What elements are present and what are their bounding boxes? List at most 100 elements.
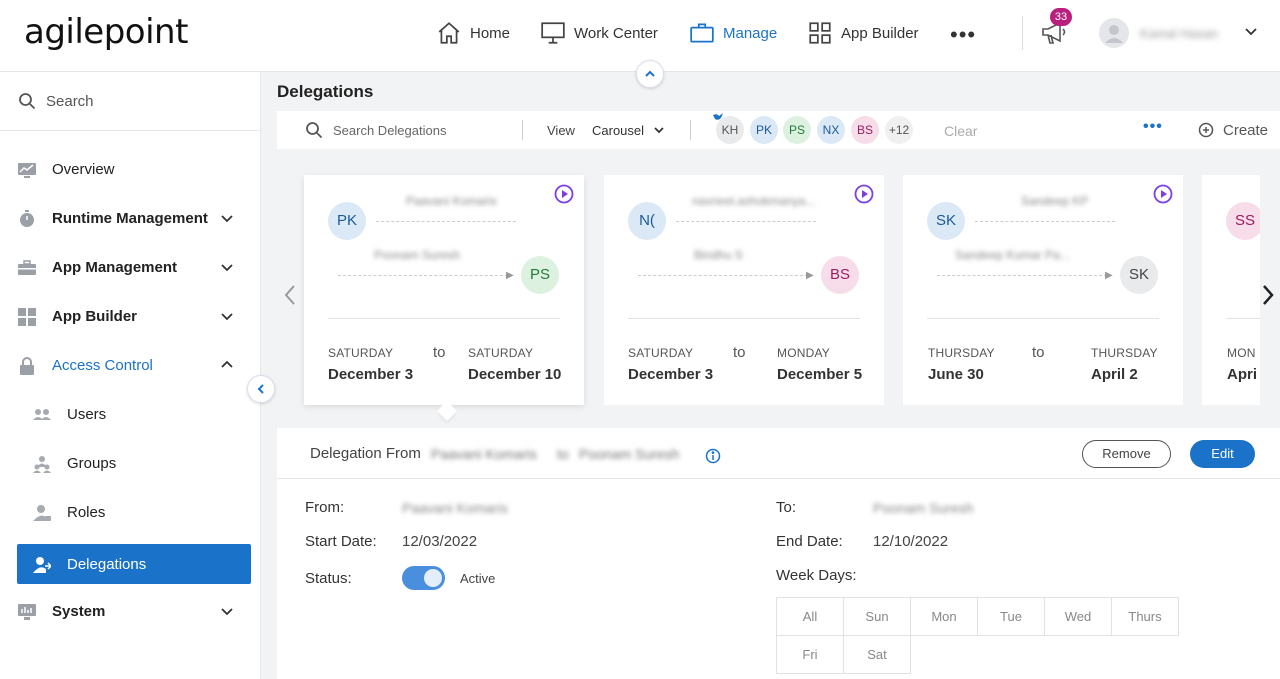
start-day: SATURDAY — [628, 346, 694, 360]
lock-icon — [20, 357, 34, 375]
from-label: From: — [305, 499, 345, 516]
sidebar-item-groups[interactable]: Groups — [0, 443, 261, 485]
sidebar-item-label: Roles — [67, 504, 106, 521]
view-select[interactable]: Carousel — [592, 123, 644, 138]
remove-button[interactable]: Remove — [1082, 440, 1171, 468]
sidebar-item-roles[interactable]: Roles — [0, 492, 261, 534]
nav-app-builder[interactable]: App Builder — [807, 20, 919, 46]
weekday-wed[interactable]: Wed — [1044, 597, 1112, 636]
filter-chip-bs[interactable]: BS — [851, 116, 879, 144]
nav-more-button[interactable]: ••• — [950, 22, 976, 48]
info-icon[interactable] — [705, 448, 721, 464]
user-menu-chevron-icon[interactable] — [1243, 24, 1259, 45]
sidebar-item-runtime-management[interactable]: Runtime Management — [0, 198, 261, 240]
weekday-tue[interactable]: Tue — [977, 597, 1045, 636]
start-date: June 30 — [928, 366, 984, 383]
chevron-up-icon — [645, 70, 655, 77]
search-icon — [306, 122, 323, 139]
sidebar: Search Overview Runtime Management App M… — [0, 72, 261, 679]
chevron-down-icon — [221, 215, 233, 223]
sidebar-item-overview[interactable]: Overview — [0, 149, 261, 191]
nav-home[interactable]: Home — [436, 20, 510, 46]
start-date: December 3 — [628, 366, 714, 383]
delegation-card[interactable]: N( navneel.ashokmanya... Bindhu S ▶ BS S… — [604, 175, 884, 405]
weekday-sun[interactable]: Sun — [843, 597, 911, 636]
end-day: SATURDAY — [468, 346, 534, 360]
delegations-icon — [33, 557, 51, 573]
filter-chip-ps[interactable]: PS — [783, 116, 811, 144]
status-label: Status: — [305, 570, 352, 587]
top-bar: agilepoint Home Work Center Manage App B… — [0, 0, 1280, 72]
sidebar-item-app-management[interactable]: App Management — [0, 247, 261, 289]
status-toggle[interactable] — [402, 566, 445, 590]
chart-icon — [18, 163, 36, 178]
sidebar-item-system[interactable]: System — [0, 591, 261, 633]
divider — [628, 318, 860, 319]
chevron-up-icon — [221, 360, 233, 368]
weekday-sat[interactable]: Sat — [843, 635, 911, 674]
sidebar-search-placeholder: Search — [46, 93, 94, 110]
weekday-fri[interactable]: Fri — [776, 635, 844, 674]
sidebar-collapse-button[interactable] — [247, 375, 275, 403]
chevron-down-icon — [221, 264, 233, 272]
search-delegations-input[interactable]: Search Delegations — [333, 123, 446, 138]
edit-button[interactable]: Edit — [1190, 440, 1255, 468]
sidebar-item-label: Overview — [52, 161, 115, 178]
plus-circle-icon[interactable] — [1198, 122, 1214, 138]
filter-chip-kh[interactable]: KH — [716, 116, 744, 144]
agilepoint-logo[interactable]: agilepoint — [24, 12, 188, 52]
sidebar-item-label: Runtime Management — [52, 210, 208, 227]
collapse-header-button[interactable] — [636, 60, 664, 88]
filter-chip-more[interactable]: +12 — [885, 116, 913, 144]
nav-home-label: Home — [470, 24, 511, 42]
page-title: Delegations — [277, 82, 374, 101]
sidebar-search[interactable]: Search — [0, 72, 261, 131]
groups-icon — [33, 456, 51, 473]
weekday-thurs[interactable]: Thurs — [1111, 597, 1179, 636]
sidebar-item-users[interactable]: Users — [0, 394, 261, 436]
user-icon — [1105, 25, 1123, 43]
divider — [338, 275, 508, 276]
nav-work-center[interactable]: Work Center — [540, 20, 658, 46]
filter-chip-pk[interactable]: PK — [750, 116, 778, 144]
divider — [522, 120, 523, 140]
sidebar-item-app-builder[interactable]: App Builder — [0, 296, 261, 338]
filter-chip-nx[interactable]: NX — [817, 116, 845, 144]
end-date: December 5 — [777, 366, 863, 383]
start-date-value: 12/03/2022 — [402, 533, 478, 550]
divider — [1226, 318, 1260, 319]
arrow-right-icon: ▶ — [1105, 270, 1113, 281]
to-avatar: PS — [521, 256, 559, 294]
nav-manage[interactable]: Manage — [689, 20, 777, 46]
chevron-down-icon[interactable] — [653, 124, 665, 136]
sidebar-item-label: App Builder — [52, 308, 137, 325]
play-icon[interactable] — [854, 184, 874, 204]
from-avatar: PK — [328, 202, 366, 240]
more-options-button[interactable]: ••• — [1143, 118, 1163, 136]
create-button[interactable]: Create — [1223, 122, 1268, 139]
from-avatar: SS — [1226, 202, 1260, 240]
detail-header: Delegation From Paavani Komaris to Poona… — [277, 428, 1280, 479]
sidebar-item-label: App Management — [52, 259, 178, 276]
clear-button[interactable]: Clear — [944, 123, 977, 139]
user-name[interactable]: Kamal Hasan — [1140, 26, 1218, 41]
carousel-next-icon[interactable] — [1260, 284, 1276, 306]
sidebar-item-delegations[interactable]: Delegations — [17, 544, 251, 584]
sidebar-item-access-control[interactable]: Access Control — [0, 345, 261, 387]
divider — [1022, 16, 1023, 50]
sidebar-item-label: Users — [67, 406, 107, 423]
user-avatar[interactable] — [1099, 18, 1129, 48]
to-value: Poonam Suresh — [873, 500, 974, 516]
weekday-all[interactable]: All — [776, 597, 844, 636]
delegation-card[interactable]: PK Paavani Komaris Poonam Suresh ▶ PS SA… — [304, 175, 584, 405]
weekday-mon[interactable]: Mon — [910, 597, 978, 636]
play-icon[interactable] — [1153, 184, 1173, 204]
home-icon — [438, 22, 460, 44]
delegation-card[interactable]: SK Sandeep KP Sandeep Kumar Pa... ▶ SK T… — [903, 175, 1183, 405]
play-icon[interactable] — [554, 184, 574, 204]
to-label: to — [733, 344, 746, 361]
start-date: December 3 — [328, 366, 414, 383]
users-icon — [33, 409, 51, 420]
delegation-card[interactable]: SS MON Apri — [1202, 175, 1260, 405]
carousel-prev-icon[interactable] — [282, 284, 298, 306]
